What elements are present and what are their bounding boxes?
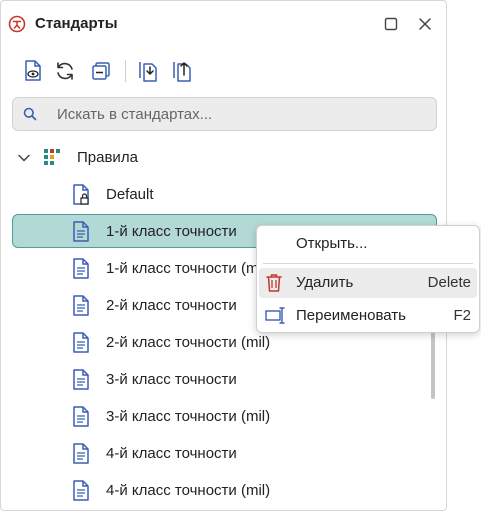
tree-item-label: 1-й класс точности (mil) <box>106 260 271 277</box>
menu-item-label: Открыть... <box>296 235 368 252</box>
refresh-button[interactable] <box>52 58 78 84</box>
import-button[interactable] <box>135 58 161 84</box>
menu-item-label: Переименовать <box>296 307 406 324</box>
locked-document-icon <box>72 184 90 211</box>
maximize-button[interactable] <box>381 14 401 34</box>
tree-item-4th-class[interactable]: 4-й класс точности <box>1 436 446 473</box>
tree-root-label: Правила <box>77 149 138 166</box>
tree-item-default[interactable]: Default <box>1 177 446 214</box>
tree-item-label: Default <box>106 186 154 203</box>
tree-item-label: 3-й класс точности <box>106 371 237 388</box>
tree-item-3rd-class-mil[interactable]: 3-й класс точности (mil) <box>1 399 446 436</box>
tree-root-rules[interactable]: Правила <box>1 140 446 177</box>
search-input[interactable] <box>57 98 427 130</box>
menu-item-shortcut: Delete <box>427 274 471 291</box>
tree-item-3rd-class[interactable]: 3-й класс точности <box>1 362 446 399</box>
document-icon <box>72 369 90 396</box>
export-button[interactable] <box>169 58 195 84</box>
trash-icon <box>265 273 283 298</box>
tree-item-label: 3-й класс точности (mil) <box>106 408 271 425</box>
refresh-icon <box>57 62 73 80</box>
tree-item-label: 1-й класс точности <box>106 223 237 240</box>
tree-item-label: 2-й класс точности <box>106 297 237 314</box>
context-menu: Открыть... Удалить Delete Переименовать … <box>256 225 480 333</box>
menu-item-delete[interactable]: Удалить Delete <box>259 268 477 298</box>
menu-item-rename[interactable]: Переименовать F2 <box>259 301 477 331</box>
search-icon <box>23 107 37 126</box>
view-document-button[interactable] <box>20 58 46 84</box>
toolbar-separator <box>125 60 126 82</box>
view-document-icon <box>25 60 41 81</box>
menu-item-label: Удалить <box>296 274 354 291</box>
document-icon <box>72 406 90 433</box>
panel-title: Стандарты <box>35 15 118 32</box>
menu-item-open[interactable]: Открыть... <box>259 229 477 259</box>
chevron-down-icon[interactable] <box>17 151 31 170</box>
tree-item-label: 4-й класс точности <box>106 445 237 462</box>
standards-app-icon <box>8 15 26 33</box>
document-icon <box>72 258 90 285</box>
document-icon <box>72 443 90 470</box>
collapse-all-button[interactable] <box>88 58 114 84</box>
maximize-icon <box>384 17 398 31</box>
panel-header: Стандарты <box>1 1 446 47</box>
toolbar <box>1 53 446 89</box>
tree-item-label: 4-й класс точности (mil) <box>106 482 271 499</box>
search-box <box>12 97 437 131</box>
close-icon <box>419 18 431 30</box>
document-icon <box>72 332 90 359</box>
document-icon <box>72 295 90 322</box>
tree-item-label: 2-й класс точности (mil) <box>106 334 271 351</box>
collapse-all-icon <box>92 62 110 80</box>
tree-item-4th-class-mil[interactable]: 4-й класс точности (mil) <box>1 473 446 510</box>
rename-icon <box>265 306 287 331</box>
menu-item-shortcut: F2 <box>453 307 471 324</box>
export-icon <box>173 62 191 82</box>
menu-separator <box>263 263 473 264</box>
document-icon <box>72 480 90 507</box>
close-button[interactable] <box>415 14 435 34</box>
import-icon <box>139 62 157 82</box>
rules-icon <box>44 149 64 172</box>
document-icon <box>72 221 90 248</box>
